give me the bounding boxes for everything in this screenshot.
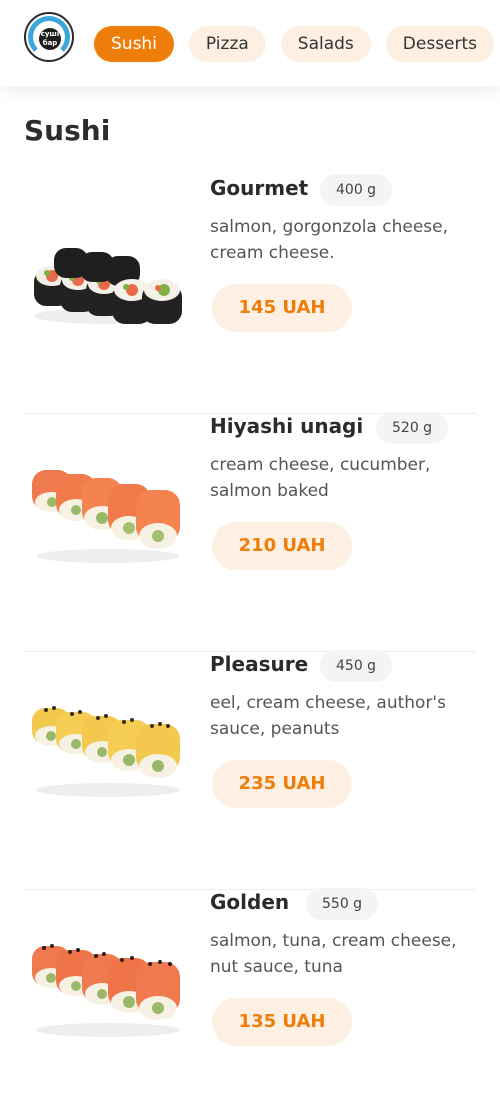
pleasure-roll-image (32, 706, 180, 797)
section-title: Sushi (24, 114, 111, 147)
product-card[interactable]: Gourmet 400 g salmon, gorgonzola cheese,… (24, 174, 476, 414)
price-button[interactable]: 235 UAH (212, 760, 352, 808)
product-card[interactable]: Hiyashi unagi 520 g cream cheese, cucumb… (24, 412, 476, 652)
tab-sushi[interactable]: Sushi (94, 26, 174, 62)
restaurant-logo[interactable]: суші бар (24, 12, 74, 62)
product-name: Pleasure (210, 652, 309, 676)
product-name: Gourmet (210, 176, 309, 200)
product-card[interactable]: Pleasure 450 g eel, cream cheese, author… (24, 650, 476, 890)
product-description: salmon, tuna, cream cheese, nut sauce, t… (210, 931, 457, 977)
hiyashi-unagi-roll-image (32, 470, 180, 563)
product-description: cream cheese, cucumber, salmon baked (210, 455, 431, 501)
category-tabs: Sushi Pizza Salads Desserts (94, 26, 495, 62)
weight-badge: 520 g (376, 412, 449, 444)
tab-salads[interactable]: Salads (280, 26, 371, 62)
price-button[interactable]: 210 UAH (212, 522, 352, 570)
product-name: Hiyashi unagi (210, 414, 364, 438)
logo-text-line2: бар (42, 39, 58, 47)
tab-desserts[interactable]: Desserts (385, 26, 495, 62)
logo-text-line1: суші (40, 30, 60, 38)
weight-badge: 550 g (306, 888, 379, 920)
top-nav: суші бар Sushi Pizza Salads Desserts (0, 0, 500, 86)
gourmet-roll-image (34, 248, 182, 324)
product-description: salmon, gorgonzola cheese, cream cheese. (210, 217, 449, 263)
price-button[interactable]: 145 UAH (212, 284, 352, 332)
weight-badge: 400 g (320, 174, 393, 206)
weight-badge: 450 g (320, 650, 393, 682)
product-name: Golden (210, 890, 290, 914)
golden-roll-image (32, 944, 180, 1037)
price-button[interactable]: 135 UAH (212, 998, 352, 1046)
product-description: eel, cream cheese, author's sauce, peanu… (210, 693, 446, 739)
tab-pizza[interactable]: Pizza (188, 26, 266, 62)
product-card[interactable]: Golden 550 g salmon, tuna, cream cheese,… (24, 888, 476, 1100)
